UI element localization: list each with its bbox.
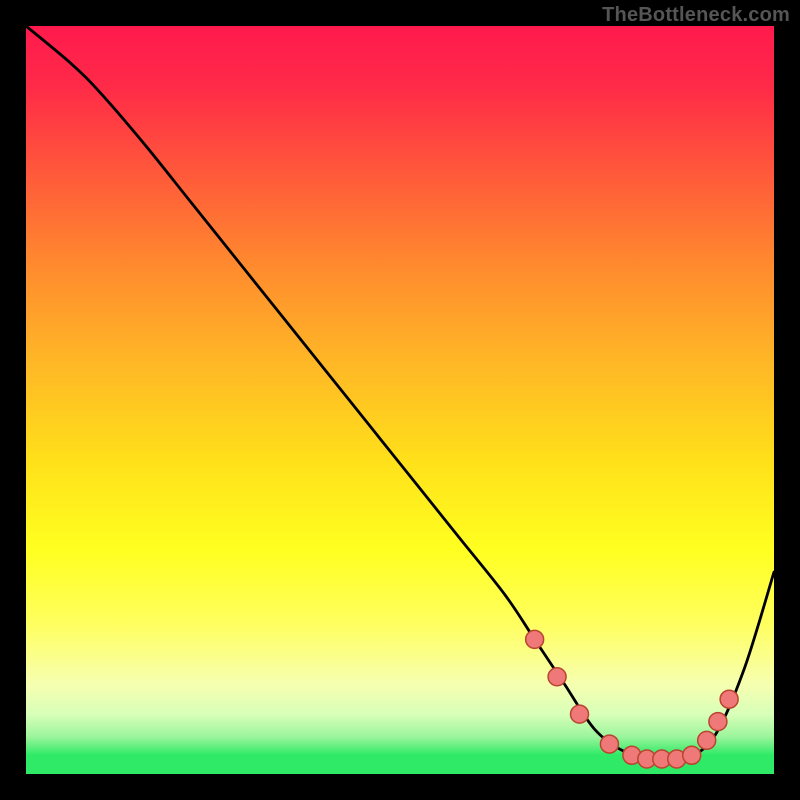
curve-marker <box>653 750 671 768</box>
plot-area <box>26 26 774 774</box>
curve-marker <box>526 630 544 648</box>
curve-marker <box>600 735 618 753</box>
curve-marker <box>638 750 656 768</box>
chart-frame: TheBottleneck.com <box>0 0 800 800</box>
curve-marker <box>571 705 589 723</box>
curve-marker <box>698 731 716 749</box>
curve-marker <box>720 690 738 708</box>
watermark-text: TheBottleneck.com <box>602 4 790 27</box>
bottleneck-curve <box>26 26 774 761</box>
curve-layer <box>26 26 774 774</box>
curve-markers <box>526 630 738 768</box>
curve-marker <box>709 713 727 731</box>
curve-marker <box>548 668 566 686</box>
curve-marker <box>623 746 641 764</box>
curve-marker <box>683 746 701 764</box>
curve-marker <box>668 750 686 768</box>
